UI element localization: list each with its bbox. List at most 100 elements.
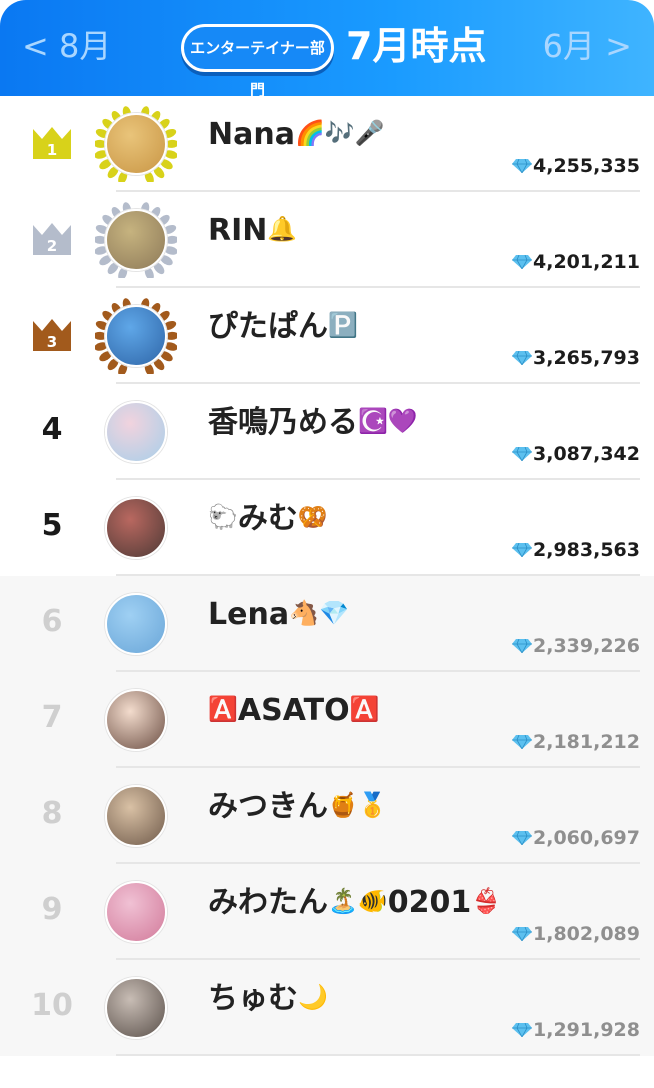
name-emoji: ☪️💜 bbox=[358, 407, 418, 435]
ranking-row[interactable]: 1 Nana🌈🎶🎤 4,255,335 bbox=[0, 96, 654, 192]
score-value: 2,181,212 bbox=[533, 731, 640, 753]
avatar-wrapper[interactable] bbox=[95, 202, 177, 278]
avatar[interactable] bbox=[105, 977, 167, 1039]
streamer-name[interactable]: ぴたぱん🅿️ bbox=[208, 306, 628, 346]
avatar[interactable] bbox=[105, 593, 167, 655]
prev-month-button[interactable]: < 8月 bbox=[22, 26, 111, 66]
streamer-name[interactable]: Lena🐴💎 bbox=[208, 594, 628, 634]
name-text: みむ bbox=[237, 501, 298, 536]
page-title: 7月時点 bbox=[346, 24, 487, 68]
score: 2,060,697 bbox=[512, 826, 640, 850]
rank-number: 6 bbox=[41, 604, 63, 639]
ranking-row[interactable]: 2 RIN🔔 4,201,211 bbox=[0, 192, 654, 288]
score-value: 1,291,928 bbox=[533, 1019, 640, 1041]
rank-number: 9 bbox=[41, 892, 63, 927]
rank-number: 1 bbox=[47, 141, 57, 159]
gold-crown-icon: 1 bbox=[33, 127, 71, 159]
avatar-wrapper[interactable] bbox=[95, 970, 177, 1046]
name-emoji: 🌙 bbox=[298, 983, 328, 1011]
streamer-name[interactable]: みわたん🏝️🐠0201👙 bbox=[208, 882, 628, 922]
streamer-name[interactable]: 🐑みむ🥨 bbox=[208, 498, 628, 538]
score-value: 4,201,211 bbox=[533, 251, 640, 273]
diamond-icon bbox=[512, 1023, 533, 1037]
streamer-name[interactable]: 香鳴乃める☪️💜 bbox=[208, 402, 628, 442]
name-emoji: 🅰️ bbox=[349, 695, 380, 723]
avatar-wrapper[interactable] bbox=[95, 586, 177, 662]
score: 3,087,342 bbox=[512, 442, 640, 466]
ranking-screen: < 8月 エンターテイナー部門 7月時点 6月 > 1 Nana🌈🎶🎤 4,255,… bbox=[0, 0, 654, 1088]
avatar-wrapper[interactable] bbox=[95, 874, 177, 950]
diamond-icon bbox=[512, 735, 533, 749]
avatar[interactable] bbox=[105, 497, 167, 559]
name-emoji: 🌈🎶🎤 bbox=[294, 119, 385, 147]
streamer-name[interactable]: みつきん🍯🥇 bbox=[208, 786, 628, 826]
rank-number: 7 bbox=[41, 700, 63, 735]
name-emoji: 🥨 bbox=[297, 503, 328, 531]
avatar[interactable] bbox=[105, 401, 167, 463]
ranking-row[interactable]: 6 Lena🐴💎 2,339,226 bbox=[0, 576, 654, 672]
score-value: 4,255,335 bbox=[533, 155, 640, 177]
rank-number: 5 bbox=[41, 508, 63, 543]
diamond-icon bbox=[512, 159, 533, 173]
name-suffix-text: 0201 bbox=[387, 885, 472, 920]
avatar[interactable] bbox=[105, 785, 167, 847]
ranking-row[interactable]: 7 🅰️ASATO🅰️ 2,181,212 bbox=[0, 672, 654, 768]
name-text: 香鳴乃める bbox=[208, 405, 358, 440]
ranking-row[interactable]: 9 みわたん🏝️🐠0201👙 1,802,089 bbox=[0, 864, 654, 960]
streamer-name[interactable]: 🅰️ASATO🅰️ bbox=[208, 690, 628, 730]
diamond-icon bbox=[512, 543, 533, 557]
avatar-wrapper[interactable] bbox=[95, 394, 177, 470]
diamond-icon bbox=[512, 927, 533, 941]
score-value: 2,983,563 bbox=[533, 539, 640, 561]
name-prefix-emoji: 🐑 bbox=[208, 503, 238, 531]
score-value: 2,339,226 bbox=[533, 635, 640, 657]
avatar[interactable] bbox=[105, 209, 167, 271]
ranking-row[interactable]: 3 ぴたぱん🅿️ 3,265,793 bbox=[0, 288, 654, 384]
score: 4,201,211 bbox=[512, 250, 640, 274]
rank-number: 4 bbox=[41, 412, 63, 447]
rank-number: 3 bbox=[47, 333, 57, 351]
avatar-wrapper[interactable] bbox=[95, 490, 177, 566]
name-emoji: 🅿️ bbox=[328, 311, 358, 339]
bronze-crown-icon: 3 bbox=[33, 319, 71, 351]
name-emoji: 🔔 bbox=[267, 215, 298, 243]
rank-number: 8 bbox=[41, 796, 63, 831]
ranking-row[interactable]: 10 ちゅむ🌙 1,291,928 bbox=[0, 960, 654, 1056]
streamer-name[interactable]: RIN🔔 bbox=[208, 210, 628, 250]
rank-number: 2 bbox=[47, 237, 57, 255]
next-month-button[interactable]: 6月 > bbox=[543, 26, 632, 66]
avatar-wrapper[interactable] bbox=[95, 682, 177, 758]
streamer-name[interactable]: Nana🌈🎶🎤 bbox=[208, 114, 628, 154]
ranking-row[interactable]: 5 🐑みむ🥨 2,983,563 bbox=[0, 480, 654, 576]
score: 2,339,226 bbox=[512, 634, 640, 658]
streamer-name[interactable]: ちゅむ🌙 bbox=[208, 978, 628, 1018]
avatar-wrapper[interactable] bbox=[95, 106, 177, 182]
ranking-header: < 8月 エンターテイナー部門 7月時点 6月 > bbox=[0, 0, 654, 99]
score: 3,265,793 bbox=[512, 346, 640, 370]
score-value: 3,265,793 bbox=[533, 347, 640, 369]
name-text: みわたん bbox=[208, 885, 328, 920]
name-text: Lena bbox=[208, 597, 290, 632]
name-prefix-emoji: 🅰️ bbox=[208, 695, 238, 723]
ranking-row[interactable]: 4 香鳴乃める☪️💜 3,087,342 bbox=[0, 384, 654, 480]
name-text: ちゅむ bbox=[208, 981, 298, 1016]
name-text: ASATO bbox=[237, 693, 350, 728]
avatar[interactable] bbox=[105, 689, 167, 751]
category-badge[interactable]: エンターテイナー部門 bbox=[181, 24, 334, 99]
name-emoji: 🍯🥇 bbox=[328, 791, 388, 819]
name-emoji: 🐴💎 bbox=[289, 599, 349, 627]
score-value: 3,087,342 bbox=[533, 443, 640, 465]
avatar[interactable] bbox=[105, 113, 167, 175]
avatar-wrapper[interactable] bbox=[95, 778, 177, 854]
name-suffix-emoji: 👙 bbox=[471, 887, 502, 915]
avatar[interactable] bbox=[105, 305, 167, 367]
avatar-wrapper[interactable] bbox=[95, 298, 177, 374]
diamond-icon bbox=[512, 831, 533, 845]
avatar[interactable] bbox=[105, 881, 167, 943]
ranking-row[interactable]: 8 みつきん🍯🥇 2,060,697 bbox=[0, 768, 654, 864]
name-text: RIN bbox=[208, 213, 268, 248]
score: 1,802,089 bbox=[512, 922, 640, 946]
score-value: 1,802,089 bbox=[533, 923, 640, 945]
score: 4,255,335 bbox=[512, 154, 640, 178]
score: 2,181,212 bbox=[512, 730, 640, 754]
